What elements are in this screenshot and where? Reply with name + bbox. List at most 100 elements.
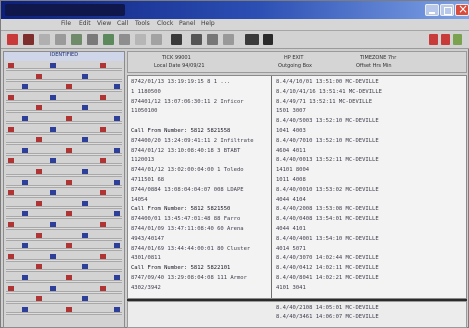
log-entry[interactable]: 8744/01/12 13:10:08:40:18 3 BTABT	[131, 148, 240, 155]
identified-row[interactable]	[6, 89, 122, 93]
identified-row[interactable]	[6, 237, 122, 241]
camera-icon[interactable]	[245, 34, 259, 45]
log-entry-detail[interactable]: 8.4/10/41/16 13:51:41 MC-DEVILLE	[276, 89, 382, 96]
log-entry-detail[interactable]: 4014 5071	[276, 246, 306, 253]
log-entry-detail[interactable]: 8.4/40/8041 14:02:21 MC-DEVILLE	[276, 275, 379, 282]
maximize-button[interactable]	[440, 4, 454, 16]
log-entry-detail[interactable]: 4101 3041	[276, 285, 306, 292]
log-entry[interactable]: Call From Number: 5812 5821550	[131, 206, 230, 213]
log-entry-detail[interactable]: 8.4/49/71 13:52:11 MC-DEVILLE	[276, 99, 372, 106]
menu-file[interactable]: File	[61, 20, 71, 27]
log-entry-detail[interactable]: 8.4/40/4001 13:54:10 MC-DEVILLE	[276, 236, 379, 243]
log-entry[interactable]: 874400/01 13:45:47:01:48 88 Farro	[131, 216, 240, 223]
log-entry[interactable]: Call From Number: 5812 5821558	[131, 128, 230, 135]
identified-row[interactable]	[6, 205, 122, 209]
folder-icon[interactable]	[39, 34, 50, 45]
identified-row[interactable]	[6, 269, 122, 273]
identified-row[interactable]	[6, 258, 122, 262]
log-entry[interactable]: 4943/40147	[131, 236, 164, 243]
log-entry-detail[interactable]: 1011 4008	[276, 177, 306, 184]
log-entry-detail[interactable]: 8.4/40/5003 13:52:10 MC-DEVILLE	[276, 118, 379, 125]
identified-row[interactable]	[6, 110, 122, 114]
phone-icon[interactable]	[87, 34, 98, 45]
print-icon[interactable]	[55, 34, 66, 45]
log-entry-detail[interactable]: 4044 4104	[276, 197, 306, 204]
log-entry-detail[interactable]: 8.4/40/0412 14:02:11 MC-DEVILLE	[276, 265, 379, 272]
identified-row[interactable]	[6, 174, 122, 177]
status-marker-icon	[82, 264, 88, 270]
log-entry[interactable]: 8744/01/12 13:02:00:04:00 1 Toledo	[131, 167, 244, 174]
log-entry-detail[interactable]: 14101 8004	[276, 167, 309, 174]
minimize-button[interactable]	[425, 4, 439, 16]
check-icon[interactable]	[103, 34, 114, 45]
arrow-icon[interactable]	[119, 34, 130, 45]
log-entry[interactable]: 8747/09/40 13:29:08:04:08 111 Armor	[131, 275, 247, 282]
menu-tools[interactable]: Tools	[135, 20, 150, 27]
identified-row[interactable]	[6, 121, 122, 124]
log-entry-detail[interactable]: 1501 3007	[276, 108, 306, 115]
gear-icon[interactable]	[135, 34, 146, 45]
log-entry[interactable]: 8744/01/09 13:47:11:08:40 60 Arena	[131, 226, 244, 233]
log-entry-detail[interactable]: 8.4/40/7010 13:52:10 MC-DEVILLE	[276, 138, 379, 145]
identified-row[interactable]	[6, 195, 122, 199]
log-entry[interactable]: 4711501 68	[131, 177, 164, 184]
identified-row[interactable]	[6, 301, 122, 305]
log-entry[interactable]: 8744/01/69 13:44:44:00:01 80 Cluster	[131, 246, 250, 253]
window-icon[interactable]	[71, 34, 82, 45]
log-entry-detail[interactable]: 8.4/40/0408 13:54:01 MC-DEVILLE	[276, 216, 379, 223]
log-entry-detail[interactable]: 8.4/40/0010 13:53:02 MC-DEVILLE	[276, 187, 379, 194]
log-entry-detail[interactable]: 8.4/40/2008 13:53:08 MC-DEVILLE	[276, 206, 379, 213]
log-entry[interactable]: 1 1180500	[131, 89, 161, 96]
alert-icon[interactable]	[429, 34, 438, 45]
identified-row[interactable]	[6, 311, 122, 315]
log-entry[interactable]: 14054	[131, 197, 148, 204]
status-marker-icon	[22, 275, 28, 280]
menu-help[interactable]: Help	[201, 20, 215, 27]
menu-edit[interactable]: Edit	[79, 20, 91, 27]
log-entry[interactable]: 1120013	[131, 157, 154, 164]
menu-clock[interactable]: Clock	[157, 20, 173, 27]
bell-icon[interactable]	[223, 34, 234, 45]
log-entry[interactable]: Call From Number: 5812 5822101	[131, 265, 230, 272]
identified-row[interactable]	[6, 227, 122, 230]
identified-row[interactable]	[6, 280, 122, 283]
skip-icon[interactable]	[207, 34, 218, 45]
stop-icon[interactable]	[191, 34, 202, 45]
log-entry-detail[interactable]: 4044 4101	[276, 226, 306, 233]
log-entry-detail[interactable]: 8.4/4/10/01 13:51:00 MC-DEVILLE	[276, 79, 379, 86]
log-entry-detail[interactable]: 8.4/40/3070 14:02:44 MC-DEVILLE	[276, 255, 379, 262]
speaker-icon[interactable]	[263, 34, 273, 45]
record-icon[interactable]	[171, 34, 182, 45]
log-entry[interactable]: 4302/3942	[131, 285, 161, 292]
log-entry-detail[interactable]: 4604 4011	[276, 148, 306, 155]
identified-row[interactable]	[6, 99, 122, 103]
log-entry[interactable]: 874401/12 13:07:06:30:11 2 Inficor	[131, 99, 244, 106]
menu-panel[interactable]: Panel	[179, 20, 195, 27]
identified-row[interactable]	[6, 184, 122, 188]
log-entry[interactable]: 874400/20 13:24:09:41:11 2 Infiltrate	[131, 138, 254, 145]
log-entry-detail[interactable]: 8.4/40/0013 13:52:11 MC-DEVILLE	[276, 157, 379, 164]
identified-row[interactable]	[6, 68, 122, 71]
identified-row[interactable]	[6, 216, 122, 220]
help-icon[interactable]	[151, 34, 162, 45]
log-entry-detail[interactable]: 1041 4003	[276, 128, 306, 135]
identified-row[interactable]	[6, 131, 122, 135]
pin-icon[interactable]	[23, 34, 34, 45]
identified-row[interactable]	[6, 290, 122, 294]
identified-row[interactable]	[6, 248, 122, 252]
log-entry[interactable]: 8744/0884 13:08:04:04:07 008 LDAPE	[131, 187, 244, 194]
call-log-list[interactable]: 8742/01/13 13:19:19:15 8 1 ... 1 1180500…	[127, 75, 467, 299]
menu-call[interactable]: Call	[117, 20, 128, 27]
log-entry[interactable]: 8742/01/13 13:19:19:15 8 1 ...	[131, 79, 230, 86]
red-square-icon[interactable]	[7, 34, 18, 45]
close-button[interactable]	[455, 2, 469, 16]
identified-row[interactable]	[6, 142, 122, 146]
log-entry[interactable]: 4301/0811	[131, 255, 161, 262]
identified-row[interactable]	[6, 163, 122, 167]
log-entry[interactable]: 11050100	[131, 108, 158, 115]
identified-row[interactable]	[6, 152, 122, 156]
alert2-icon[interactable]	[441, 34, 450, 45]
title-bar[interactable]	[1, 1, 469, 19]
menu-view[interactable]: View	[97, 20, 111, 27]
identified-row[interactable]	[6, 78, 122, 82]
